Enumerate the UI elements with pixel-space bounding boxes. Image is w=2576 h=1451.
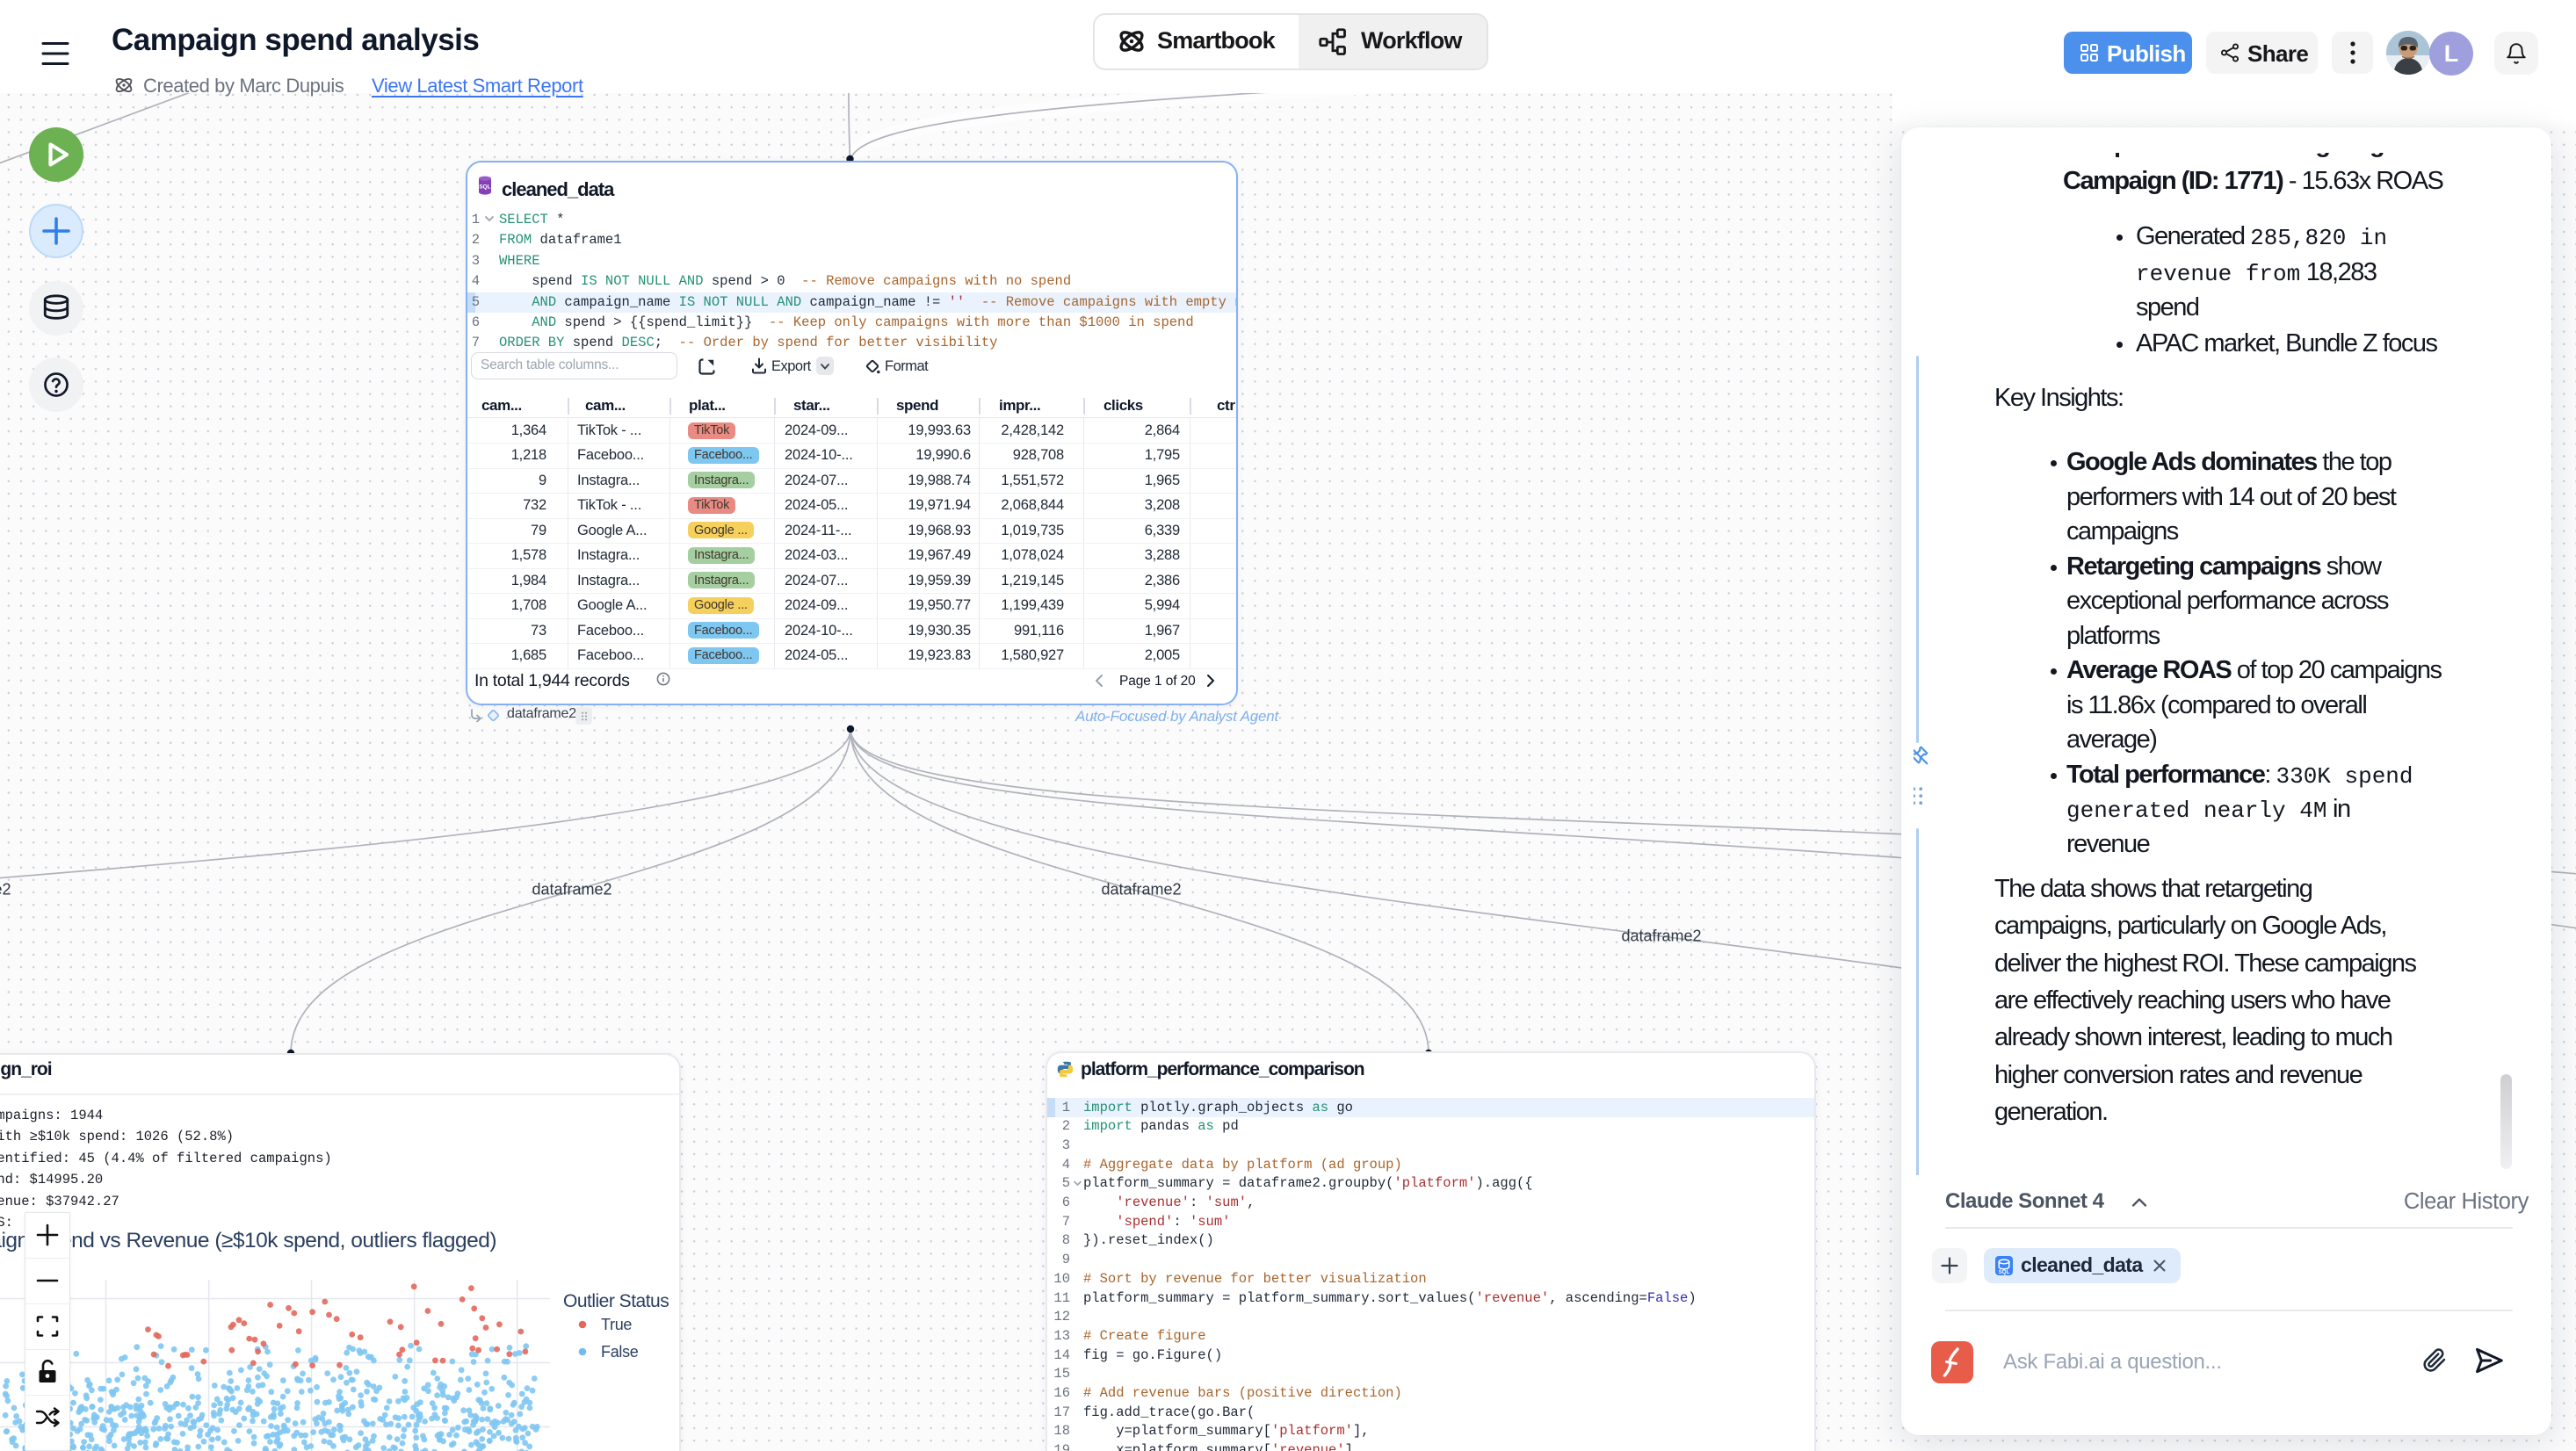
svg-text:SQL: SQL (1999, 1269, 2010, 1275)
svg-text:SQL: SQL (479, 184, 490, 191)
